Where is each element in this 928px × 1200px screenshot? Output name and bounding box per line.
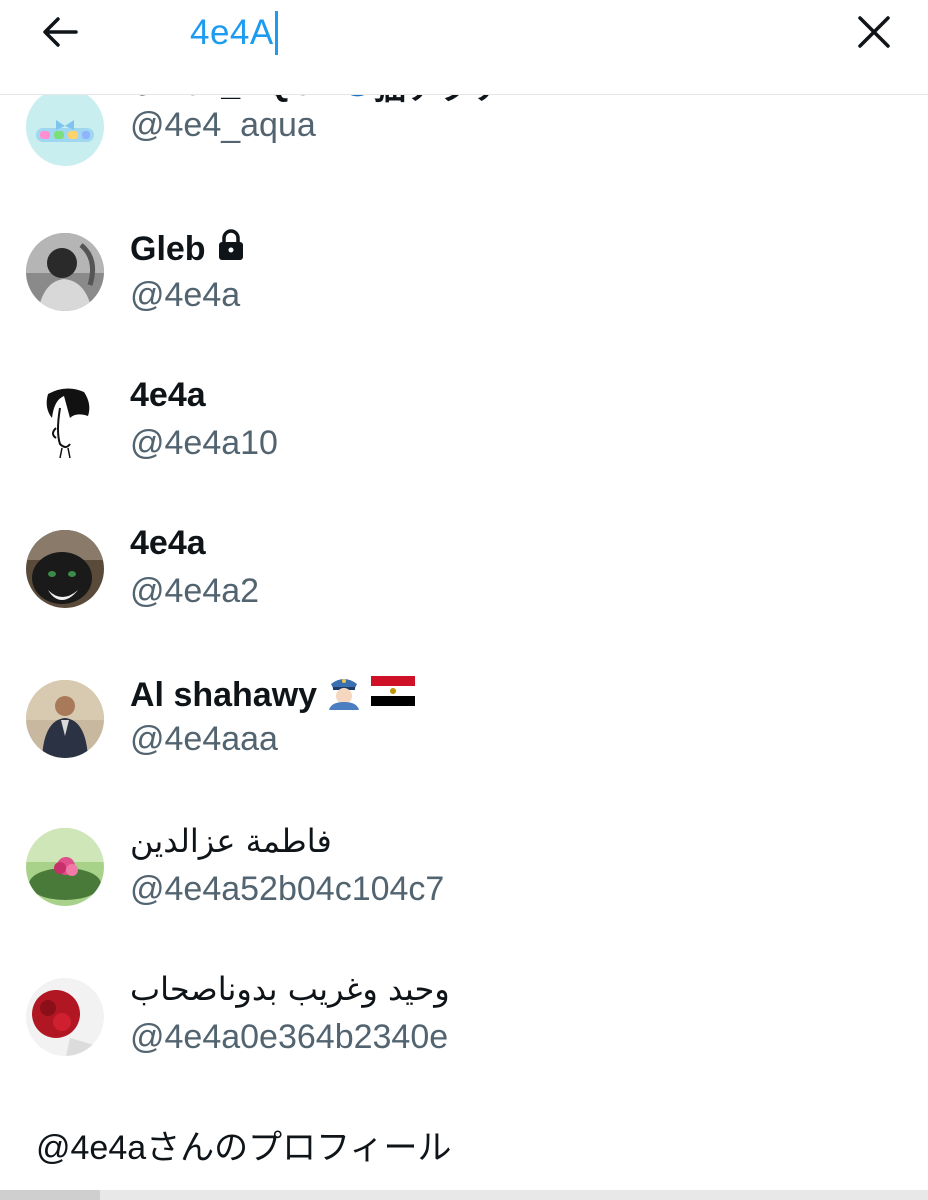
avatar	[26, 680, 104, 758]
username: @4e4_aqua	[130, 106, 316, 144]
avatar	[26, 382, 104, 460]
display-name: 4e4a	[130, 524, 206, 563]
search-input[interactable]: 4e4A	[190, 8, 790, 58]
search-query-text: 4e4A	[190, 13, 274, 52]
display-name-text: © 4e4_AQUA	[130, 94, 340, 104]
result-row[interactable]: وحيد وغريب بدوناصحاب @4e4a0e364b2340e	[0, 956, 928, 1076]
result-row[interactable]: Gleb @4e4a	[0, 214, 928, 334]
avatar	[26, 94, 104, 166]
display-name-suffix: 猫アクア	[373, 94, 507, 109]
egypt-flag-emoji-icon	[371, 676, 416, 715]
display-name-text: 4e4a	[130, 376, 206, 414]
result-row[interactable]: Al shahawy @4e4aaa	[0, 658, 928, 778]
clear-search-button[interactable]	[852, 10, 896, 54]
back-button[interactable]	[38, 10, 82, 54]
view-profile-link[interactable]: @4e4aさんのプロフィール	[36, 1120, 451, 1169]
arrow-left-icon	[43, 17, 78, 47]
text-cursor	[274, 11, 278, 55]
lock-icon	[214, 228, 248, 271]
result-row[interactable]: فاطمة عزالدين @4e4a52b04c104c7	[0, 808, 928, 928]
close-icon	[858, 16, 890, 48]
display-name-text: Al shahawy	[130, 676, 318, 714]
username: @4e4aaa	[130, 720, 278, 758]
display-name-text: Gleb	[130, 230, 206, 268]
username: @4e4a52b04c104c7	[130, 870, 445, 908]
display-name-text: 4e4a	[130, 524, 206, 562]
display-name: Al shahawy	[130, 672, 416, 719]
username: @4e4a2	[130, 572, 260, 610]
display-name: Gleb	[130, 228, 248, 271]
display-name: فاطمة عزالدين	[130, 822, 332, 860]
bottom-scroll-track	[0, 1190, 928, 1200]
avatar	[26, 828, 104, 906]
avatar	[26, 233, 104, 311]
result-row[interactable]: © 4e4_AQUA ⚓ 猫アクア @4e4_aqua	[0, 94, 928, 184]
result-row[interactable]: 4e4a @4e4a2	[0, 510, 928, 630]
police-officer-emoji-icon	[325, 672, 363, 719]
search-results-list: © 4e4_AQUA ⚓ 猫アクア @4e4_aqua Gleb	[0, 94, 928, 1096]
username: @4e4a	[130, 276, 241, 314]
display-name: 4e4a	[130, 376, 206, 415]
display-name-text: فاطمة عزالدين	[130, 822, 332, 860]
bottom-scroll-thumb[interactable]	[0, 1190, 100, 1200]
display-name-text: وحيد وغريب بدوناصحاب	[130, 970, 450, 1008]
username: @4e4a10	[130, 424, 278, 462]
display-name: وحيد وغريب بدوناصحاب	[130, 970, 450, 1008]
username: @4e4a0e364b2340e	[130, 1018, 449, 1056]
search-header: 4e4A	[0, 0, 928, 95]
avatar	[26, 530, 104, 608]
result-row[interactable]: 4e4a @4e4a10	[0, 362, 928, 482]
anchor-emoji-icon: ⚓	[342, 94, 372, 105]
avatar	[26, 978, 104, 1056]
